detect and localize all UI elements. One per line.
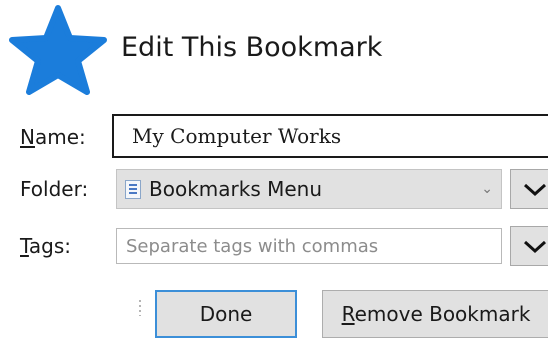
chevron-down-icon: ⌄	[481, 181, 493, 197]
tags-label: Tags:	[20, 233, 71, 259]
name-label-accesskey: N	[20, 125, 35, 149]
name-label: Name:	[20, 124, 86, 150]
folder-select-value: Bookmarks Menu	[149, 177, 323, 201]
dialog-title: Edit This Bookmark	[121, 32, 383, 63]
folder-select[interactable]: Bookmarks Menu ⌄	[116, 169, 502, 209]
tags-field[interactable]	[116, 228, 502, 264]
folder-tree-expander-button[interactable]	[510, 169, 548, 209]
star-icon	[9, 5, 107, 95]
name-field[interactable]: My Computer Works	[112, 114, 548, 158]
edit-bookmark-panel: Edit This Bookmark Name: My Computer Wor…	[0, 0, 548, 339]
tags-selector-expander-button[interactable]	[510, 226, 548, 266]
name-field-value: My Computer Works	[132, 124, 342, 148]
remove-accesskey: R	[341, 302, 355, 326]
resize-grip	[139, 300, 141, 316]
chevron-down-icon	[523, 183, 547, 197]
remove-label-rest: emove Bookmark	[354, 302, 531, 326]
bookmarks-folder-icon	[125, 180, 141, 199]
remove-bookmark-button[interactable]: Remove Bookmark	[322, 290, 548, 338]
name-label-rest: ame:	[34, 125, 86, 149]
tags-label-rest: ags:	[28, 234, 72, 258]
folder-label: Folder:	[20, 177, 89, 201]
tags-label-accesskey: T	[20, 234, 29, 258]
done-button[interactable]: Done	[155, 290, 297, 338]
chevron-down-icon	[523, 240, 547, 254]
